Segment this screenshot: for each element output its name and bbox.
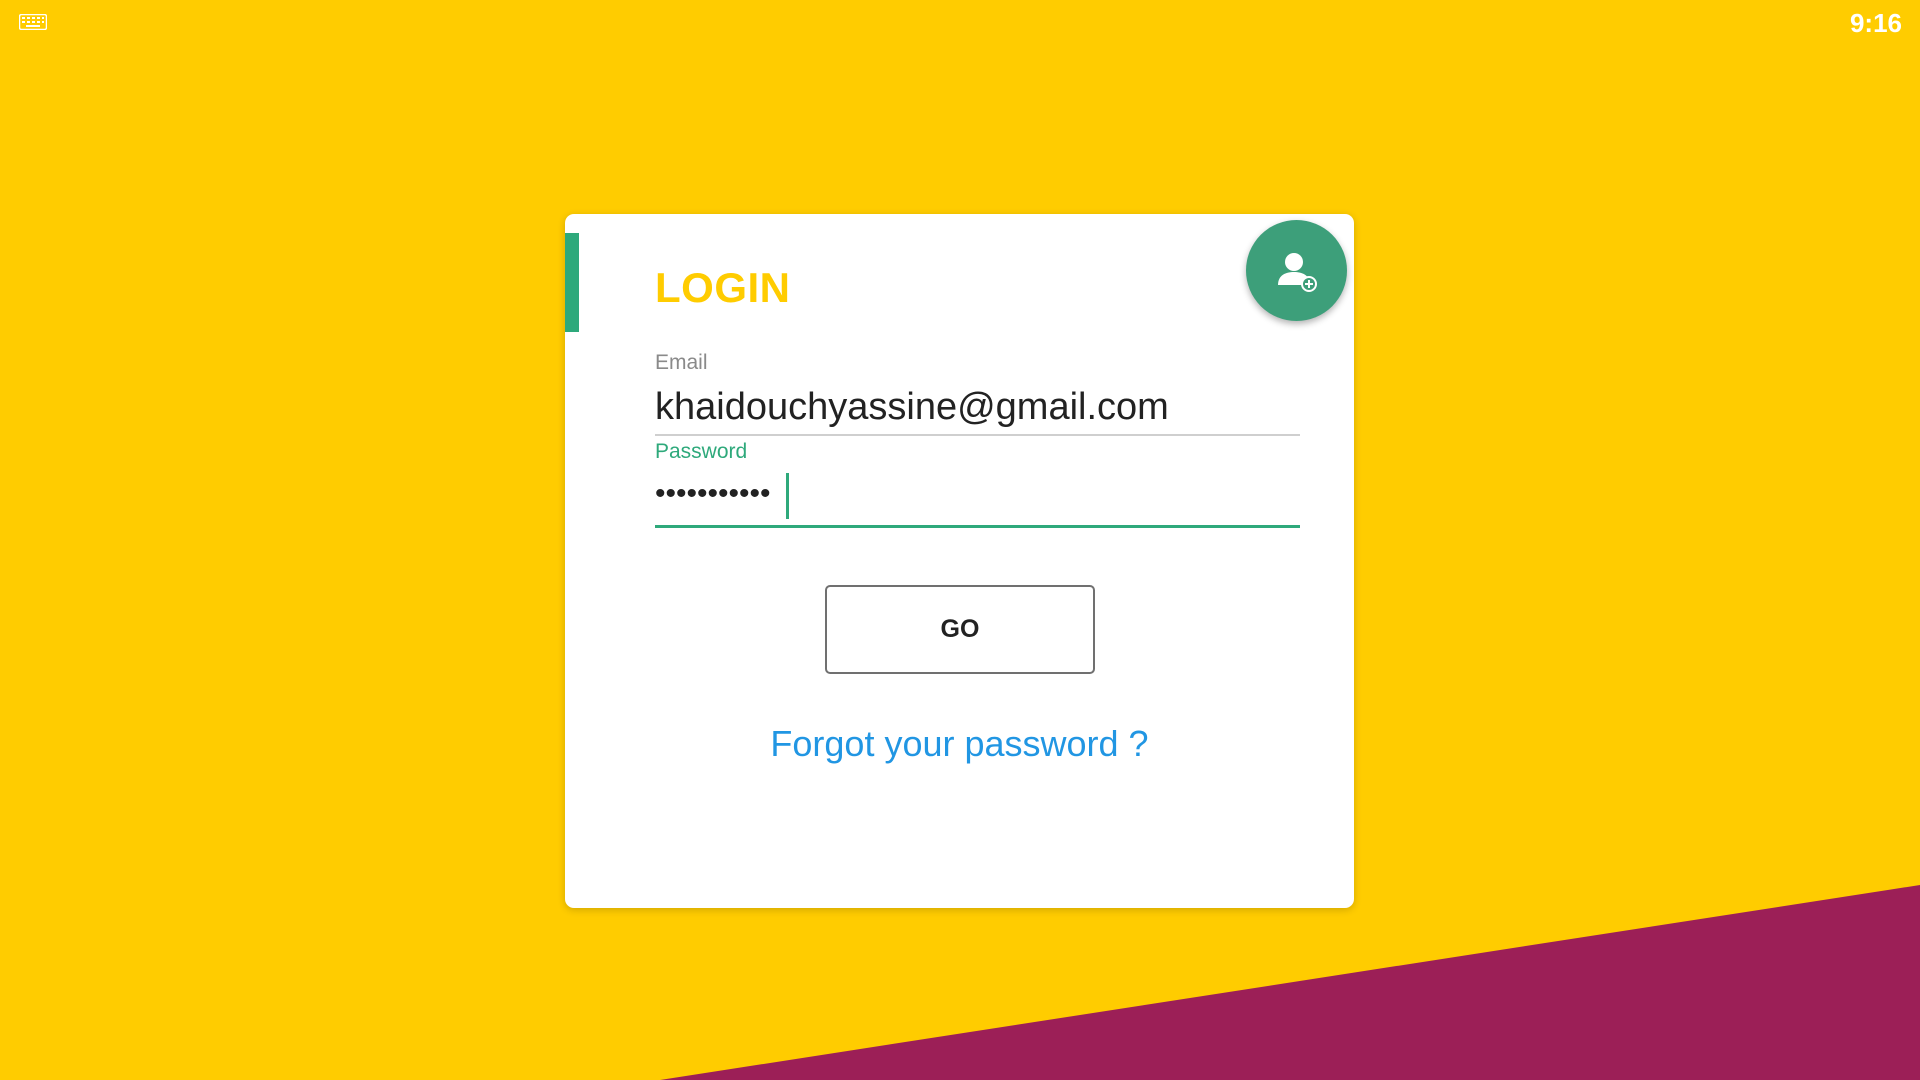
email-field[interactable]: Email (655, 351, 1300, 436)
clock: 9:16 (1849, 8, 1902, 38)
go-button[interactable]: GO (825, 585, 1095, 674)
add-user-icon (1277, 252, 1317, 292)
login-card: LOGIN Email Password ••••••••••• GO Forg… (565, 214, 1354, 908)
text-cursor (786, 473, 789, 519)
accent-bar (565, 233, 579, 332)
password-label: Password (655, 440, 748, 463)
forgot-password-link[interactable]: Forgot your password ? (565, 723, 1354, 765)
add-user-button[interactable] (1246, 220, 1347, 321)
password-input[interactable]: ••••••••••• (655, 470, 771, 518)
page-title: LOGIN (655, 264, 791, 311)
email-label: Email (655, 351, 708, 374)
status-bar: 9:16 (0, 0, 1920, 46)
password-field[interactable]: Password ••••••••••• (655, 440, 1300, 528)
email-input[interactable] (655, 385, 1300, 429)
keyboard-icon (19, 14, 47, 30)
